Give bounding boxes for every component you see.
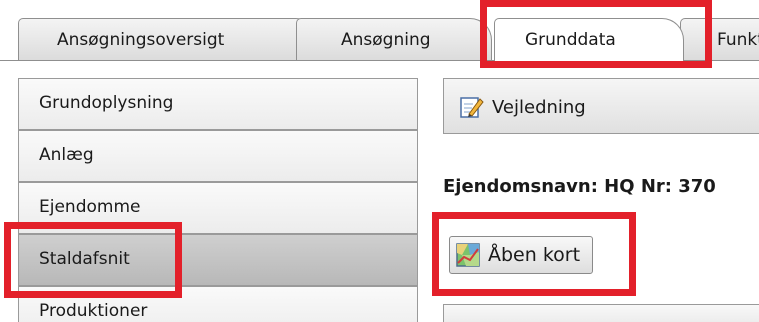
- open-map-button[interactable]: Åben kort: [449, 236, 594, 274]
- tab-label: Ansøgning: [341, 30, 431, 50]
- open-map-label: Åben kort: [488, 244, 581, 266]
- property-name: Ejendomsnavn: HQ Nr: 370: [443, 176, 716, 197]
- tab-application-overview[interactable]: Ansøgningsoversigt: [18, 18, 318, 60]
- sidebar-item-properties[interactable]: Ejendomme: [18, 182, 418, 234]
- guidance-label: Vejledning: [492, 96, 586, 118]
- tab-label: Funktioner: [717, 30, 759, 50]
- tab-functions[interactable]: Funktioner: [680, 18, 759, 60]
- tab-bar: Ansøgningsoversigt Ansøgning Funktioner …: [0, 0, 759, 62]
- sidebar: Grundoplysning Anlæg Ejendomme Staldafsn…: [18, 78, 418, 322]
- map-icon: [456, 243, 480, 267]
- content-panel: [443, 304, 759, 322]
- sidebar-item-label: Grundoplysning: [39, 93, 174, 113]
- sidebar-item-label: Anlæg: [39, 145, 94, 165]
- tab-application[interactable]: Ansøgning: [296, 18, 492, 60]
- tab-label: Grunddata: [525, 30, 616, 50]
- guidance-button[interactable]: Vejledning: [460, 79, 586, 135]
- sidebar-item-productions[interactable]: Produktioner: [18, 286, 418, 322]
- toolbar: Vejledning: [443, 78, 759, 134]
- pencil-icon: [460, 97, 484, 118]
- sidebar-item-stable-section[interactable]: Staldafsnit: [18, 234, 418, 286]
- tab-base-data[interactable]: Grunddata: [494, 18, 684, 62]
- sidebar-item-label: Staldafsnit: [39, 249, 130, 269]
- tab-label: Ansøgningsoversigt: [57, 30, 225, 50]
- sidebar-item-basic-info[interactable]: Grundoplysning: [18, 78, 418, 130]
- sidebar-item-facility[interactable]: Anlæg: [18, 130, 418, 182]
- sidebar-item-label: Ejendomme: [39, 197, 141, 217]
- sidebar-item-label: Produktioner: [39, 301, 148, 321]
